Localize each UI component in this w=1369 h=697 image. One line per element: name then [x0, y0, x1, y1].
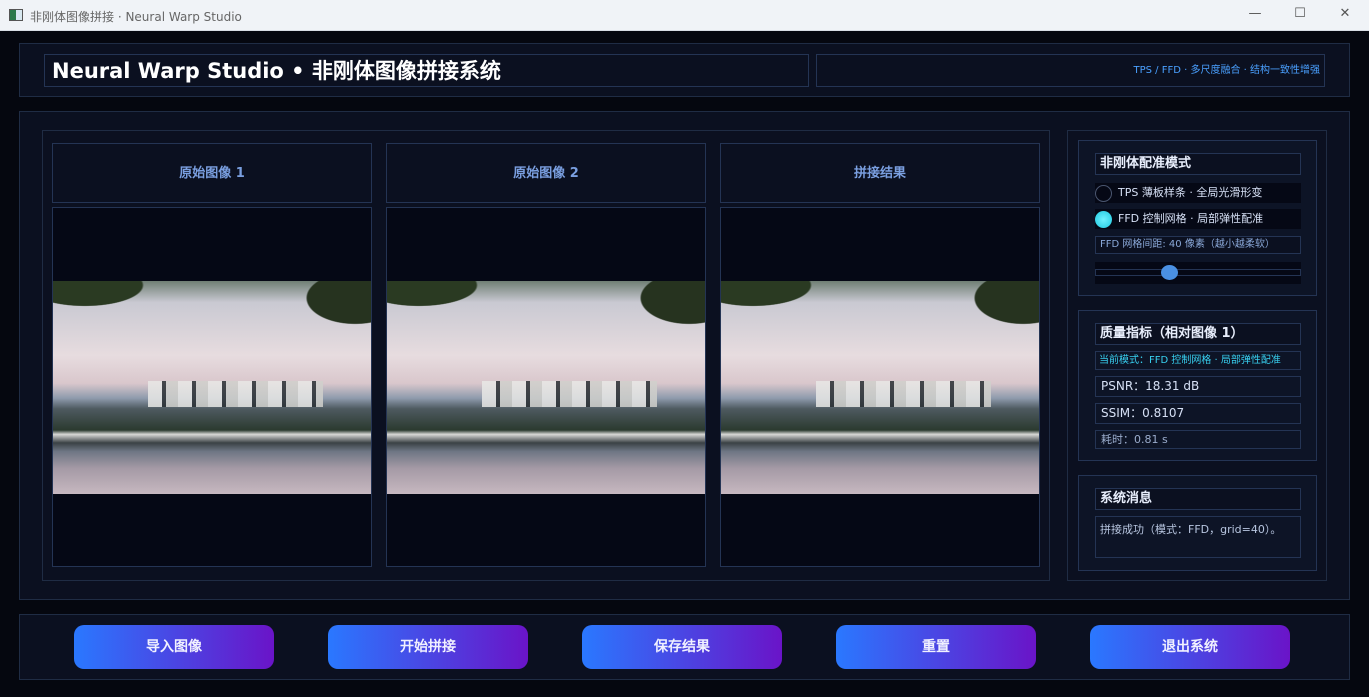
- time-value: 耗时：0.81 s: [1095, 430, 1301, 449]
- exit-button[interactable]: 退出系统: [1090, 625, 1290, 669]
- grid-spacing-slider[interactable]: [1095, 262, 1301, 284]
- landscape-photo: [53, 281, 371, 494]
- radio-unchecked-icon[interactable]: [1095, 184, 1112, 202]
- close-icon[interactable]: ✕: [1335, 6, 1355, 24]
- save-button[interactable]: 保存结果: [582, 625, 782, 669]
- page-title: Neural Warp Studio • 非刚体图像拼接系统: [44, 54, 809, 87]
- psnr-value: PSNR：18.31 dB: [1095, 376, 1301, 397]
- metrics-card: 质量指标（相对图像 1） 当前模式：FFD 控制网格 · 局部弹性配准 PSNR…: [1078, 310, 1317, 461]
- ssim-value: SSIM：0.8107: [1095, 403, 1301, 424]
- import-button[interactable]: 导入图像: [74, 625, 274, 669]
- landscape-photo: [721, 281, 1039, 494]
- radio-tps[interactable]: TPS 薄板样条 · 全局光滑形变: [1095, 183, 1301, 203]
- panel-label: 原始图像 2: [386, 143, 706, 203]
- page-subtitle: TPS / FFD · 多尺度融合 · 结构一致性增强: [816, 54, 1325, 87]
- panel-result: 拼接结果: [720, 143, 1040, 567]
- metrics-title: 质量指标（相对图像 1）: [1095, 323, 1301, 345]
- reset-button[interactable]: 重置: [836, 625, 1036, 669]
- messages-card: 系统消息 拼接成功（模式：FFD，grid=40）。: [1078, 475, 1317, 571]
- maximize-icon[interactable]: ☐: [1290, 6, 1310, 24]
- mode-title: 非刚体配准模式: [1095, 153, 1301, 175]
- panel-image-1: 原始图像 1: [52, 143, 372, 567]
- panel-label: 原始图像 1: [52, 143, 372, 203]
- minimize-icon[interactable]: —: [1245, 6, 1265, 24]
- grid-spacing-label: FFD 网格间距: 40 像素（越小越柔软）: [1095, 236, 1301, 254]
- radio-checked-icon[interactable]: [1095, 210, 1112, 228]
- app-icon: [9, 9, 23, 21]
- radio-label: FFD 控制网格 · 局部弹性配准: [1118, 212, 1264, 225]
- image-view: [386, 207, 706, 567]
- message-log: 拼接成功（模式：FFD，grid=40）。: [1095, 516, 1301, 558]
- mode-card: 非刚体配准模式 TPS 薄板样条 · 全局光滑形变 FFD 控制网格 · 局部弹…: [1078, 140, 1317, 296]
- stitch-button[interactable]: 开始拼接: [328, 625, 528, 669]
- panel-label: 拼接结果: [720, 143, 1040, 203]
- radio-label: TPS 薄板样条 · 全局光滑形变: [1118, 186, 1263, 199]
- title-bar: 非刚体图像拼接 · Neural Warp Studio — ☐ ✕: [0, 0, 1369, 31]
- image-view: [720, 207, 1040, 567]
- messages-title: 系统消息: [1095, 488, 1301, 510]
- current-mode: 当前模式：FFD 控制网格 · 局部弹性配准: [1095, 351, 1301, 370]
- radio-ffd[interactable]: FFD 控制网格 · 局部弹性配准: [1095, 209, 1301, 229]
- slider-handle[interactable]: [1161, 265, 1179, 280]
- window-title: 非刚体图像拼接 · Neural Warp Studio: [30, 10, 242, 24]
- panel-image-2: 原始图像 2: [386, 143, 706, 567]
- landscape-photo: [387, 281, 705, 494]
- image-view: [52, 207, 372, 567]
